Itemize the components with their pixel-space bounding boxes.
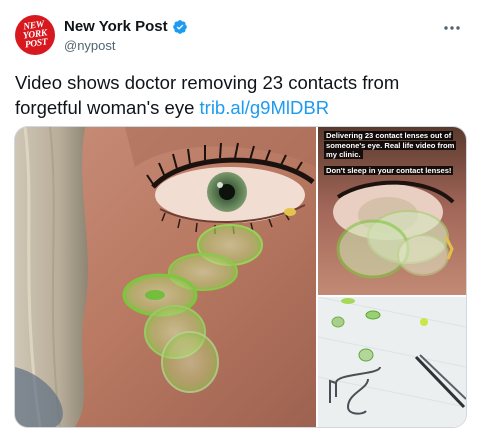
author-handle[interactable]: @nypost — [64, 38, 116, 53]
media-photo-eye-closeup[interactable] — [15, 127, 316, 427]
caption-line-3: my clinic. — [324, 150, 363, 160]
media-caption: Delivering 23 contact lenses out of some… — [324, 131, 462, 175]
author-name-row: New York Post — [64, 18, 188, 35]
caption-line-1: Delivering 23 contact lenses out of — [324, 131, 454, 140]
more-options-icon[interactable] — [440, 18, 464, 38]
media-photo-lenses-on-tray[interactable] — [318, 297, 466, 427]
avatar-logo: NEW YORK POST — [22, 19, 49, 50]
caption-line-4: Don't sleep in your contact lenses! — [324, 165, 454, 175]
tweet-text: Video shows doctor removing 23 contacts … — [15, 70, 460, 120]
media-photo-lenses-removal[interactable]: Delivering 23 contact lenses out of some… — [318, 127, 466, 295]
tweet-card[interactable]: NEW YORK POST New York Post @nypost Vide… — [0, 0, 478, 438]
tweet-link[interactable]: trib.al/g9MlDBR — [200, 97, 330, 118]
caption-line-2: someone's eye. Real life video from — [324, 140, 457, 150]
verified-badge-icon — [172, 19, 188, 35]
avatar[interactable]: NEW YORK POST — [15, 15, 55, 55]
display-name[interactable]: New York Post — [64, 18, 168, 35]
media-grid[interactable]: Delivering 23 contact lenses out of some… — [14, 126, 467, 428]
